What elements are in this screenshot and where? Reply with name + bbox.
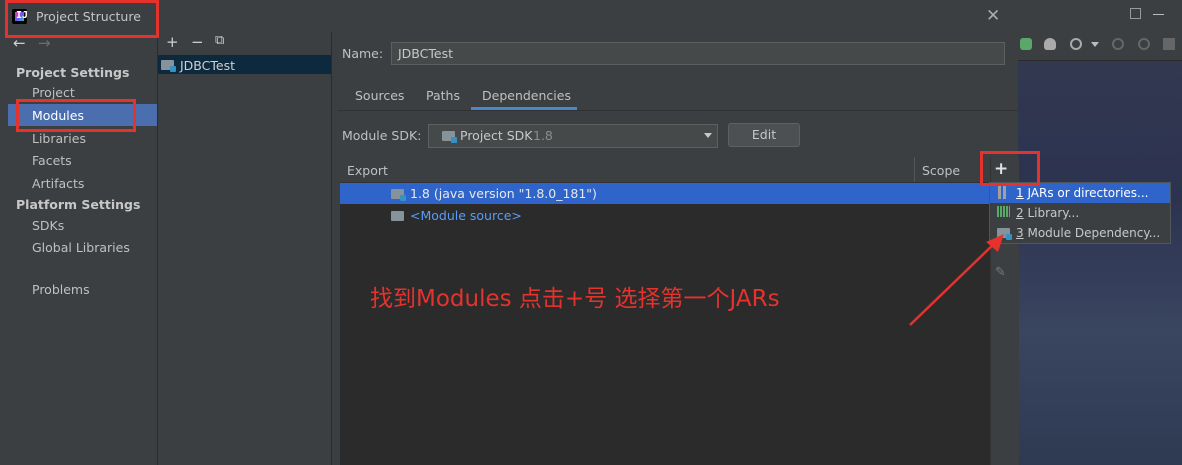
- add-module-icon[interactable]: +: [166, 33, 179, 51]
- dependencies-table-header: [340, 157, 990, 183]
- sdk-folder-icon: [442, 131, 457, 143]
- export-column-header[interactable]: Export: [347, 163, 388, 178]
- tab-dependencies[interactable]: Dependencies: [482, 88, 571, 103]
- coverage-icon[interactable]: [1044, 38, 1056, 50]
- debug-icon[interactable]: [1020, 38, 1032, 50]
- stop-icon[interactable]: [1163, 38, 1175, 50]
- module-sdk-label: Module SDK:: [342, 128, 422, 143]
- tab-paths[interactable]: Paths: [426, 88, 460, 103]
- profile-dropdown-icon[interactable]: [1091, 42, 1099, 47]
- platform-settings-header: Platform Settings: [16, 197, 141, 212]
- ide-minimize-icon[interactable]: [1153, 14, 1164, 15]
- menu-item-module-dependency[interactable]: 3 Module Dependency...: [1016, 226, 1160, 240]
- scope-column-header[interactable]: Scope: [922, 163, 960, 178]
- sidebar-item-sdks[interactable]: SDKs: [32, 218, 64, 233]
- source-folder-icon: [391, 211, 404, 221]
- modules-list-panel: [158, 32, 332, 465]
- modules-highlight-box: [16, 99, 136, 132]
- jar-icon: [998, 186, 1010, 199]
- menu-item-jars[interactable]: 1 JARs or directories...: [1016, 186, 1149, 200]
- sidebar-item-problems[interactable]: Problems: [32, 282, 90, 297]
- close-icon[interactable]: ✕: [986, 6, 1000, 26]
- sidebar-item-facets[interactable]: Facets: [32, 153, 72, 168]
- title-highlight-box: [5, 0, 159, 38]
- dependency-jdk: 1.8 (java version "1.8.0_181"): [410, 186, 597, 201]
- sidebar-item-global-libraries[interactable]: Global Libraries: [32, 240, 130, 255]
- module-name: JDBCTest: [180, 58, 236, 73]
- sdk-value: Project SDK: [460, 128, 533, 143]
- tab-sources[interactable]: Sources: [355, 88, 404, 103]
- remove-module-icon[interactable]: −: [191, 33, 204, 51]
- sdk-version: 1.8: [533, 128, 553, 143]
- edit-sdk-button[interactable]: Edit: [728, 123, 800, 147]
- name-label: Name:: [342, 46, 384, 61]
- sidebar-item-project[interactable]: Project: [32, 85, 75, 100]
- column-separator: [914, 157, 915, 182]
- annotation-text: 找到Modules 点击+号 选择第一个JARs: [370, 286, 780, 312]
- jdk-folder-icon: [391, 189, 406, 201]
- module-folder-icon: [161, 60, 176, 72]
- active-tab-indicator: [471, 107, 577, 110]
- menu-item-library[interactable]: 2 Library...: [1016, 206, 1079, 220]
- ide-restore-icon[interactable]: [1130, 8, 1141, 19]
- profile-icon[interactable]: [1070, 38, 1082, 50]
- tabs-divider: [338, 110, 1018, 111]
- ide-toolbar: [1018, 32, 1182, 61]
- chevron-down-icon[interactable]: [704, 133, 712, 138]
- dependency-module-source[interactable]: <Module source>: [410, 208, 522, 223]
- add-button-highlight-box: [980, 151, 1040, 186]
- annotation-arrow: [909, 234, 1004, 326]
- project-settings-header: Project Settings: [16, 65, 130, 80]
- sidebar-item-artifacts[interactable]: Artifacts: [32, 176, 84, 191]
- attach-icon[interactable]: [1112, 38, 1124, 50]
- library-icon: [997, 206, 1010, 217]
- copy-module-icon[interactable]: ⧉: [215, 33, 224, 48]
- module-name-field[interactable]: JDBCTest: [391, 42, 1005, 65]
- sidebar-item-libraries[interactable]: Libraries: [32, 131, 86, 146]
- reload-icon[interactable]: [1138, 38, 1150, 50]
